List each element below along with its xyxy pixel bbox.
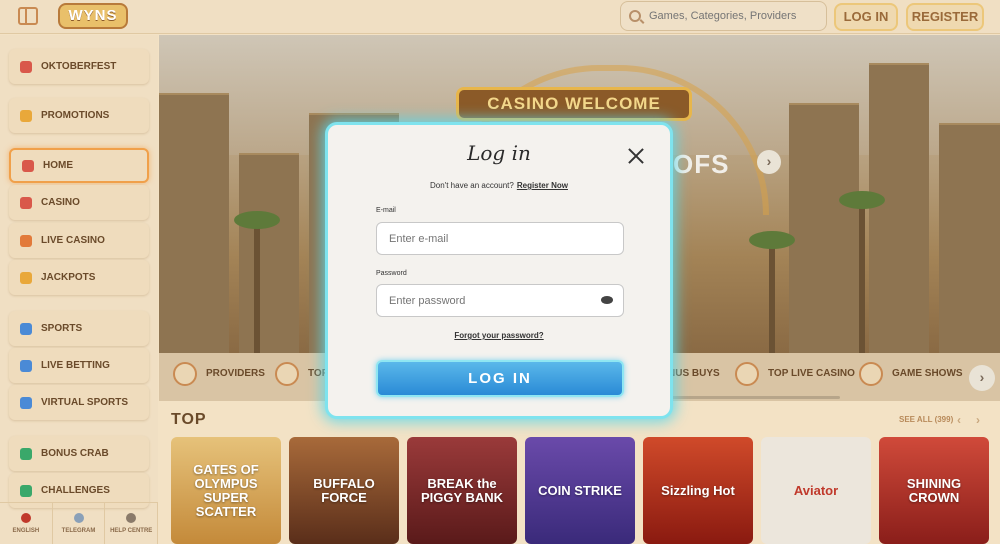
eye-icon[interactable] [601, 296, 613, 304]
no-account-text: Don't have an account? Register Now [328, 181, 670, 190]
email-field[interactable] [376, 222, 624, 255]
close-icon[interactable] [628, 148, 644, 164]
no-account-label: Don't have an account? [430, 181, 514, 190]
modal-title: Log in [467, 141, 531, 165]
password-label: Password [376, 270, 407, 277]
register-now-link[interactable]: Register Now [517, 181, 568, 190]
login-modal: Log in Don't have an account? Register No… [325, 122, 673, 419]
email-label: E-mail [376, 207, 396, 214]
password-field[interactable] [376, 284, 624, 317]
login-submit-button[interactable]: LOG IN [376, 360, 624, 397]
forgot-password-link[interactable]: Forgot your password? [328, 331, 670, 340]
